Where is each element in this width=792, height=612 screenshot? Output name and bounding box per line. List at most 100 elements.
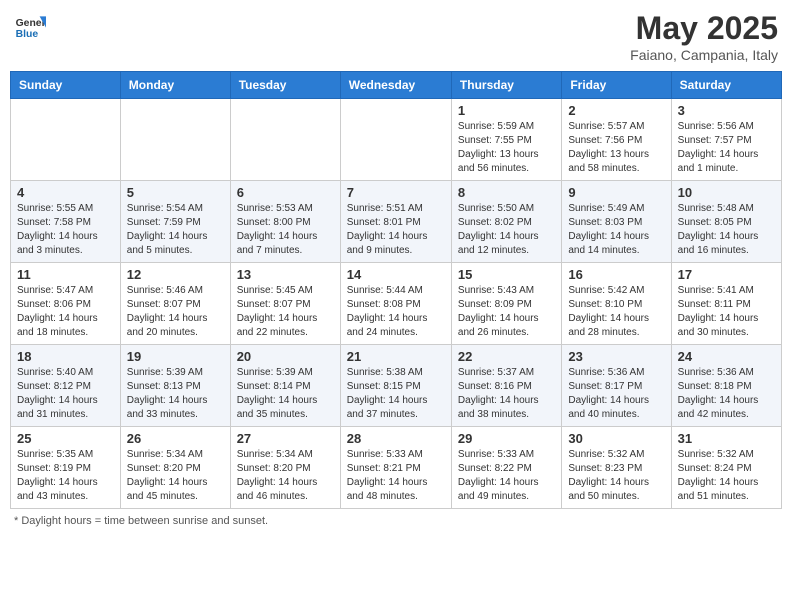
day-cell: 26 Sunrise: 5:34 AM Sunset: 8:20 PM Dayli… — [120, 427, 230, 509]
day-info: Sunrise: 5:39 AM Sunset: 8:14 PM Dayligh… — [237, 366, 334, 422]
day-number: 8 — [458, 185, 555, 200]
day-number: 2 — [568, 103, 664, 118]
day-cell: 19 Sunrise: 5:39 AM Sunset: 8:13 PM Dayli… — [120, 345, 230, 427]
day-number: 25 — [17, 431, 114, 446]
day-number: 28 — [347, 431, 445, 446]
day-cell: 16 Sunrise: 5:42 AM Sunset: 8:10 PM Dayli… — [562, 263, 671, 345]
day-info: Sunrise: 5:46 AM Sunset: 8:07 PM Dayligh… — [127, 284, 224, 340]
day-info: Sunrise: 5:59 AM Sunset: 7:55 PM Dayligh… — [458, 120, 555, 176]
day-info: Sunrise: 5:33 AM Sunset: 8:22 PM Dayligh… — [458, 448, 555, 504]
svg-text:Blue: Blue — [16, 29, 39, 40]
col-header-sunday: Sunday — [11, 72, 121, 99]
day-cell: 14Sunrise: 5:44 AM Sunset: 8:08 PM Dayli… — [340, 263, 451, 345]
day-number: 14 — [347, 267, 445, 282]
day-info: Sunrise: 5:43 AM Sunset: 8:09 PM Dayligh… — [458, 284, 555, 340]
logo-icon: General Blue — [14, 10, 46, 42]
day-cell — [11, 99, 121, 181]
day-info: Sunrise: 5:56 AM Sunset: 7:57 PM Dayligh… — [678, 120, 775, 176]
day-cell: 4 Sunrise: 5:55 AM Sunset: 7:58 PM Daylig… — [11, 181, 121, 263]
footer-note: * Daylight hours = time between sunrise … — [10, 515, 782, 527]
day-info: Sunrise: 5:50 AM Sunset: 8:02 PM Dayligh… — [458, 202, 555, 258]
day-cell: 25 Sunrise: 5:35 AM Sunset: 8:19 PM Dayli… — [11, 427, 121, 509]
day-info: Sunrise: 5:35 AM Sunset: 8:19 PM Dayligh… — [17, 448, 114, 504]
calendar-header-row: SundayMondayTuesdayWednesdayThursdayFrid… — [11, 72, 782, 99]
day-info: Sunrise: 5:51 AM Sunset: 8:01 PM Dayligh… — [347, 202, 445, 258]
day-number: 21 — [347, 349, 445, 364]
day-number: 16 — [568, 267, 664, 282]
day-info: Sunrise: 5:47 AM Sunset: 8:06 PM Dayligh… — [17, 284, 114, 340]
day-info: Sunrise: 5:33 AM Sunset: 8:21 PM Dayligh… — [347, 448, 445, 504]
day-number: 10 — [678, 185, 775, 200]
day-cell: 21Sunrise: 5:38 AM Sunset: 8:15 PM Dayli… — [340, 345, 451, 427]
day-info: Sunrise: 5:32 AM Sunset: 8:24 PM Dayligh… — [678, 448, 775, 504]
day-cell: 28 Sunrise: 5:33 AM Sunset: 8:21 PM Dayli… — [340, 427, 451, 509]
col-header-monday: Monday — [120, 72, 230, 99]
day-info: Sunrise: 5:34 AM Sunset: 8:20 PM Dayligh… — [127, 448, 224, 504]
day-info: Sunrise: 5:32 AM Sunset: 8:23 PM Dayligh… — [568, 448, 664, 504]
day-cell: 30 Sunrise: 5:32 AM Sunset: 8:23 PM Dayli… — [562, 427, 671, 509]
col-header-thursday: Thursday — [451, 72, 561, 99]
logo: General Blue — [14, 10, 46, 42]
day-number: 17 — [678, 267, 775, 282]
day-info: Sunrise: 5:37 AM Sunset: 8:16 PM Dayligh… — [458, 366, 555, 422]
day-cell: 3 Sunrise: 5:56 AM Sunset: 7:57 PM Daylig… — [671, 99, 781, 181]
week-row-1: 1Sunrise: 5:59 AM Sunset: 7:55 PM Daylig… — [11, 99, 782, 181]
day-cell: 20 Sunrise: 5:39 AM Sunset: 8:14 PM Dayli… — [230, 345, 340, 427]
week-row-4: 18Sunrise: 5:40 AM Sunset: 8:12 PM Dayli… — [11, 345, 782, 427]
day-cell: 10 Sunrise: 5:48 AM Sunset: 8:05 PM Dayli… — [671, 181, 781, 263]
day-number: 11 — [17, 267, 114, 282]
day-info: Sunrise: 5:36 AM Sunset: 8:17 PM Dayligh… — [568, 366, 664, 422]
day-info: Sunrise: 5:45 AM Sunset: 8:07 PM Dayligh… — [237, 284, 334, 340]
day-cell: 6Sunrise: 5:53 AM Sunset: 8:00 PM Daylig… — [230, 181, 340, 263]
week-row-3: 11 Sunrise: 5:47 AM Sunset: 8:06 PM Dayli… — [11, 263, 782, 345]
day-cell: 24Sunrise: 5:36 AM Sunset: 8:18 PM Dayli… — [671, 345, 781, 427]
month-title: May 2025 — [630, 10, 778, 47]
col-header-tuesday: Tuesday — [230, 72, 340, 99]
day-number: 19 — [127, 349, 224, 364]
calendar-table: SundayMondayTuesdayWednesdayThursdayFrid… — [10, 71, 782, 509]
day-info: Sunrise: 5:42 AM Sunset: 8:10 PM Dayligh… — [568, 284, 664, 340]
day-cell: 12 Sunrise: 5:46 AM Sunset: 8:07 PM Dayli… — [120, 263, 230, 345]
day-number: 15 — [458, 267, 555, 282]
col-header-wednesday: Wednesday — [340, 72, 451, 99]
day-cell: 18Sunrise: 5:40 AM Sunset: 8:12 PM Dayli… — [11, 345, 121, 427]
day-number: 20 — [237, 349, 334, 364]
day-number: 9 — [568, 185, 664, 200]
day-cell: 27Sunrise: 5:34 AM Sunset: 8:20 PM Dayli… — [230, 427, 340, 509]
day-number: 29 — [458, 431, 555, 446]
location: Faiano, Campania, Italy — [630, 47, 778, 63]
day-info: Sunrise: 5:48 AM Sunset: 8:05 PM Dayligh… — [678, 202, 775, 258]
day-number: 3 — [678, 103, 775, 118]
day-number: 23 — [568, 349, 664, 364]
day-cell: 15 Sunrise: 5:43 AM Sunset: 8:09 PM Dayli… — [451, 263, 561, 345]
day-info: Sunrise: 5:49 AM Sunset: 8:03 PM Dayligh… — [568, 202, 664, 258]
col-header-saturday: Saturday — [671, 72, 781, 99]
day-number: 13 — [237, 267, 334, 282]
day-cell: 29 Sunrise: 5:33 AM Sunset: 8:22 PM Dayli… — [451, 427, 561, 509]
day-cell: 13 Sunrise: 5:45 AM Sunset: 8:07 PM Dayli… — [230, 263, 340, 345]
day-number: 18 — [17, 349, 114, 364]
day-cell: 9 Sunrise: 5:49 AM Sunset: 8:03 PM Daylig… — [562, 181, 671, 263]
day-info: Sunrise: 5:55 AM Sunset: 7:58 PM Dayligh… — [17, 202, 114, 258]
day-number: 31 — [678, 431, 775, 446]
day-cell: 8 Sunrise: 5:50 AM Sunset: 8:02 PM Daylig… — [451, 181, 561, 263]
day-cell — [340, 99, 451, 181]
day-info: Sunrise: 5:54 AM Sunset: 7:59 PM Dayligh… — [127, 202, 224, 258]
day-cell: 5Sunrise: 5:54 AM Sunset: 7:59 PM Daylig… — [120, 181, 230, 263]
day-info: Sunrise: 5:39 AM Sunset: 8:13 PM Dayligh… — [127, 366, 224, 422]
svg-text:General: General — [16, 18, 46, 29]
day-number: 12 — [127, 267, 224, 282]
page-header: General Blue May 2025 Faiano, Campania, … — [10, 10, 782, 63]
col-header-friday: Friday — [562, 72, 671, 99]
day-number: 26 — [127, 431, 224, 446]
day-cell: 11 Sunrise: 5:47 AM Sunset: 8:06 PM Dayli… — [11, 263, 121, 345]
day-info: Sunrise: 5:34 AM Sunset: 8:20 PM Dayligh… — [237, 448, 334, 504]
title-block: May 2025 Faiano, Campania, Italy — [630, 10, 778, 63]
day-number: 22 — [458, 349, 555, 364]
day-cell: 1Sunrise: 5:59 AM Sunset: 7:55 PM Daylig… — [451, 99, 561, 181]
day-number: 30 — [568, 431, 664, 446]
day-number: 4 — [17, 185, 114, 200]
day-cell: 23 Sunrise: 5:36 AM Sunset: 8:17 PM Dayli… — [562, 345, 671, 427]
day-cell — [120, 99, 230, 181]
day-cell: 2Sunrise: 5:57 AM Sunset: 7:56 PM Daylig… — [562, 99, 671, 181]
